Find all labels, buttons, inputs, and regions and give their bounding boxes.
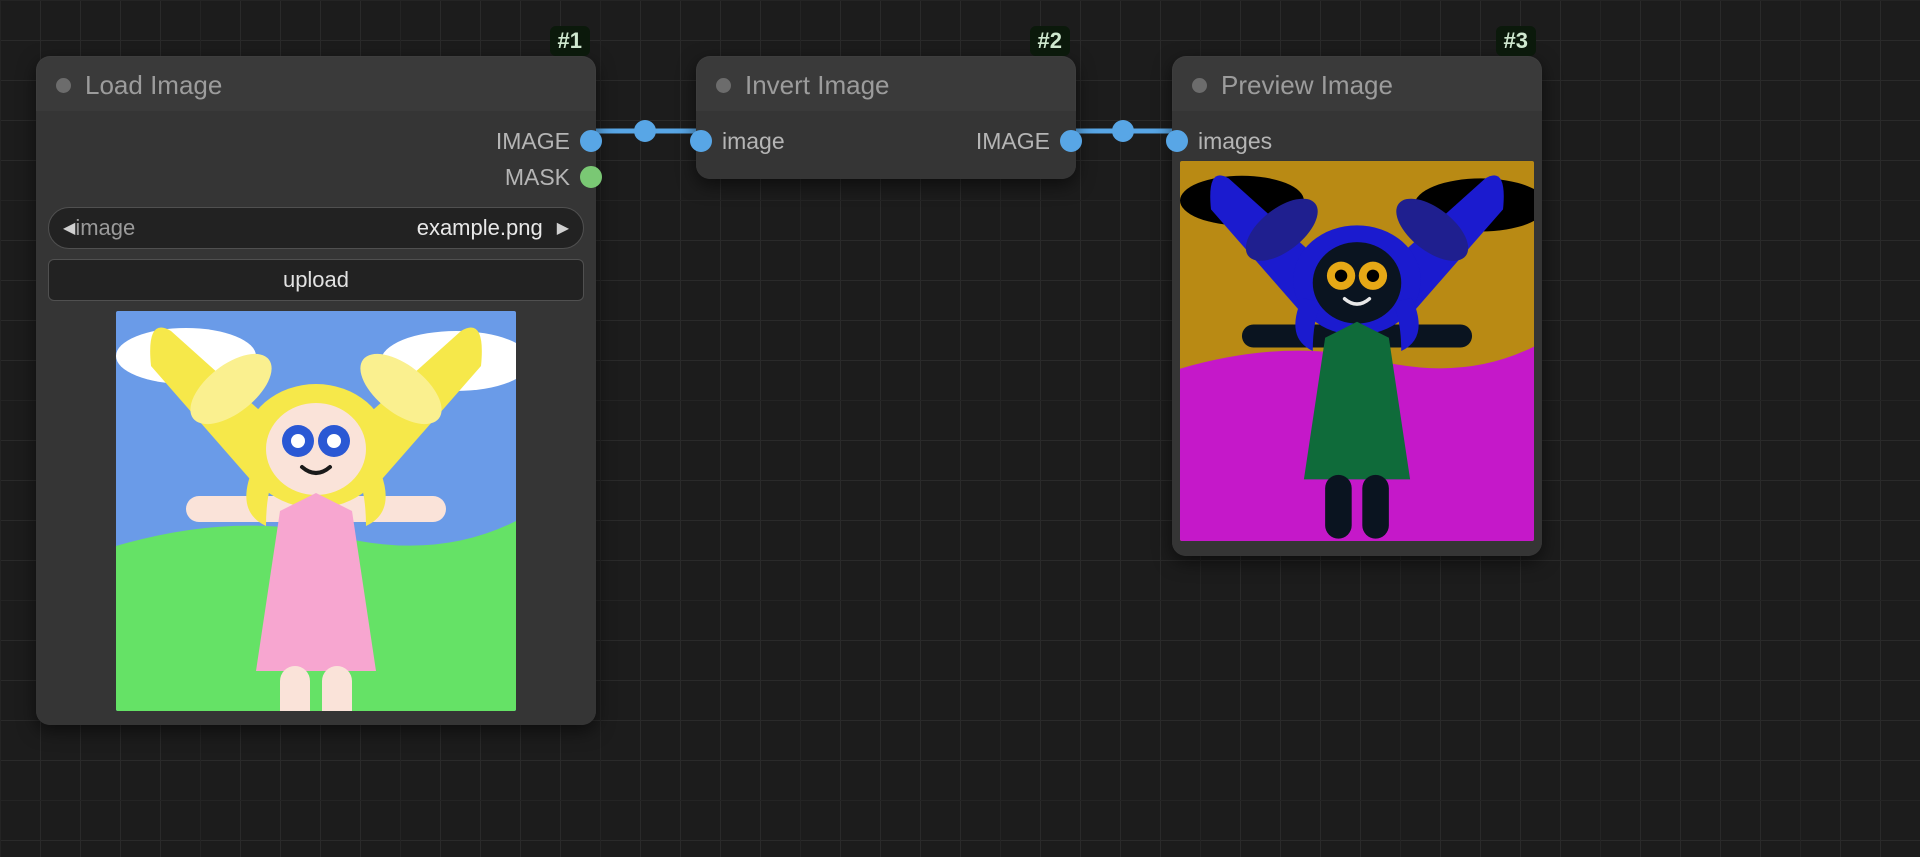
node-header[interactable]: Preview Image	[1172, 56, 1542, 111]
input-label-image: image	[722, 128, 785, 155]
node-title: Invert Image	[745, 70, 890, 101]
image-select-value: example.png	[417, 215, 543, 241]
node-title: Load Image	[85, 70, 222, 101]
node-header[interactable]: Invert Image	[696, 56, 1076, 111]
collapse-dot-icon[interactable]	[1192, 78, 1207, 93]
input-label-images: images	[1198, 128, 1272, 155]
upload-button-label: upload	[283, 267, 349, 293]
output-port-image[interactable]	[1060, 130, 1082, 152]
node-header[interactable]: Load Image	[36, 56, 596, 111]
output-port-image[interactable]	[580, 130, 602, 152]
upload-button[interactable]: upload	[48, 259, 584, 301]
output-port-mask[interactable]	[580, 166, 602, 188]
node-badge: #1	[550, 26, 590, 56]
image-select-widget[interactable]: ◀ image example.png ▶	[48, 207, 584, 249]
node-invert-image[interactable]: #2 Invert Image image IMAGE	[696, 56, 1076, 179]
node-load-image[interactable]: #1 Load Image IMAGE MASK	[36, 56, 596, 725]
node-title: Preview Image	[1221, 70, 1393, 101]
loaded-image-preview	[116, 311, 516, 711]
input-port-images[interactable]	[1166, 130, 1188, 152]
chevron-right-icon[interactable]: ▶	[557, 218, 569, 238]
chevron-left-icon[interactable]: ◀	[63, 218, 75, 238]
node-canvas[interactable]: #1 Load Image IMAGE MASK	[0, 0, 1920, 857]
collapse-dot-icon[interactable]	[716, 78, 731, 93]
collapse-dot-icon[interactable]	[56, 78, 71, 93]
output-label-mask: MASK	[505, 164, 570, 191]
output-label-image: IMAGE	[496, 128, 570, 155]
input-port-image[interactable]	[690, 130, 712, 152]
image-select-label: image	[75, 215, 135, 241]
node-preview-image[interactable]: #3 Preview Image images	[1172, 56, 1542, 556]
output-label-image: IMAGE	[976, 128, 1050, 155]
node-badge: #2	[1030, 26, 1070, 56]
preview-output-image	[1180, 161, 1534, 541]
node-badge: #3	[1496, 26, 1536, 56]
